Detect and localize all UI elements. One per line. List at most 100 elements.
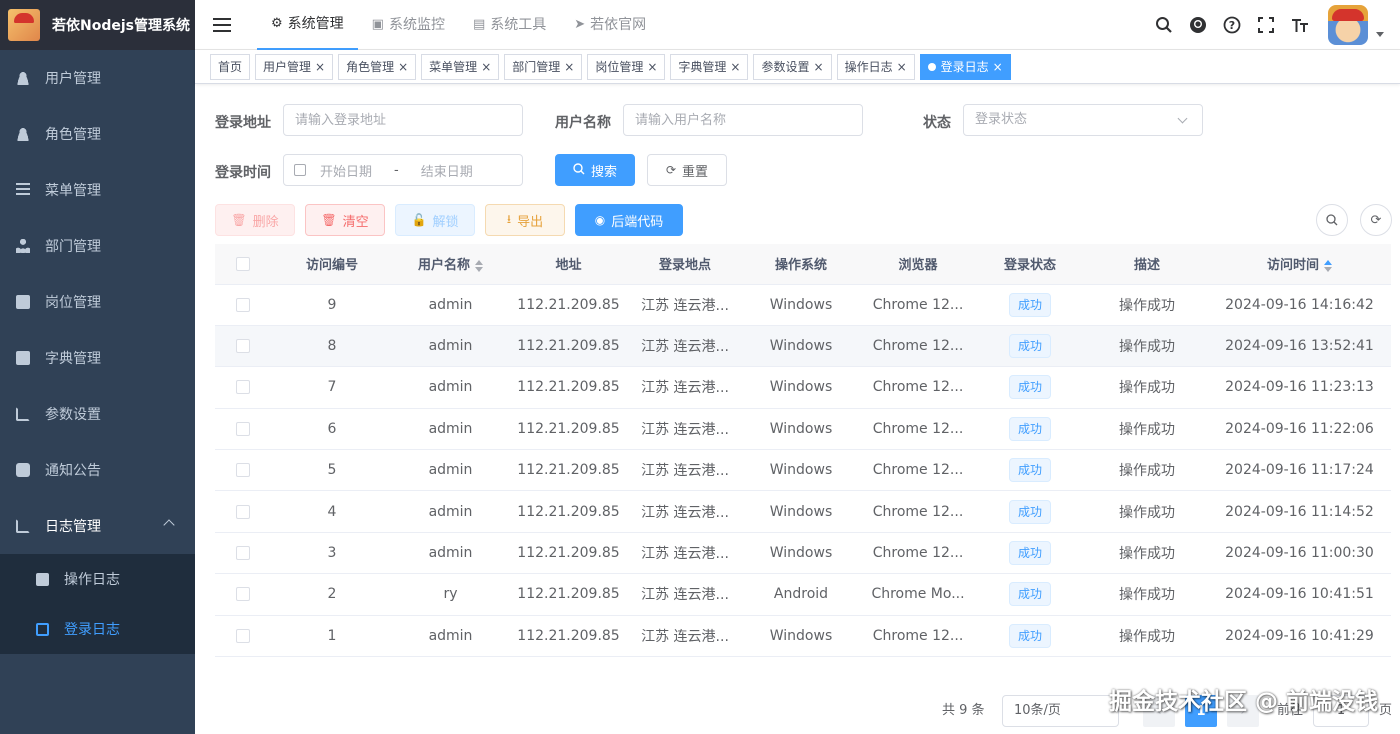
row-checkbox[interactable] [235, 297, 250, 312]
row-checkbox[interactable] [235, 628, 250, 643]
topnav-website[interactable]: ➤ 若依官网 [560, 0, 660, 50]
topnav-monitor[interactable]: ▣ 系统监控 [358, 0, 459, 50]
refresh-button[interactable]: ⟳ [1360, 204, 1392, 236]
date-range-picker[interactable]: 开始日期 - 结束日期 [283, 154, 523, 186]
close-icon[interactable]: × [398, 55, 408, 79]
tag-post[interactable]: 岗位管理 × [587, 53, 666, 80]
close-icon[interactable]: × [564, 55, 574, 79]
sidebar-item-config[interactable]: 参数设置 [0, 386, 195, 442]
sort-icon[interactable] [475, 259, 483, 272]
backend-code-button[interactable]: ◉ 后端代码 [575, 204, 683, 236]
cell-os: Windows [740, 490, 862, 533]
close-icon[interactable]: × [730, 55, 740, 79]
table-row[interactable]: 3 admin 112.21.209.85 江苏 连云港... Windows Chrom… [215, 532, 1391, 575]
col-header-username[interactable]: 用户名称 [394, 244, 507, 285]
row-select-cell [215, 532, 270, 575]
close-icon[interactable]: × [897, 55, 907, 79]
tag-label: 岗位管理 [595, 59, 644, 74]
clean-button[interactable]: 🗑 清空 [305, 204, 385, 236]
github-icon[interactable] [1188, 15, 1208, 35]
sort-icon[interactable] [1324, 259, 1332, 272]
close-icon[interactable]: × [647, 55, 657, 79]
col-header-time[interactable]: 访问时间 [1208, 244, 1391, 285]
select-all-checkbox[interactable] [235, 256, 250, 271]
logo[interactable]: 若依Nodejs管理系统 [0, 0, 195, 50]
row-checkbox[interactable] [235, 587, 250, 602]
status-select[interactable]: 登录状态 [963, 104, 1203, 136]
table-row[interactable]: 4 admin 112.21.209.85 江苏 连云港... Windows Chrom… [215, 490, 1391, 533]
topnav-tool[interactable]: ▤ 系统工具 [459, 0, 560, 50]
ip-input[interactable] [283, 104, 523, 136]
start-date-input[interactable]: 开始日期 [320, 161, 372, 180]
cell-ip: 112.21.209.85 [507, 532, 630, 575]
status-badge: 成功 [1008, 416, 1051, 441]
cell-time: 2024-09-16 11:00:30 [1208, 532, 1391, 575]
sidebar-item-operlog[interactable]: 操作日志 [0, 554, 195, 604]
table-row[interactable]: 1 admin 112.21.209.85 江苏 连云港... Windows Chrom… [215, 615, 1391, 658]
cell-browser: Chrome 12... [862, 366, 974, 409]
hamburger-icon[interactable] [213, 17, 231, 32]
tag-dict[interactable]: 字典管理 × [670, 53, 749, 80]
tag-role[interactable]: 角色管理 × [338, 53, 417, 80]
avatar[interactable] [1328, 5, 1368, 45]
username-input[interactable] [623, 104, 863, 136]
search-icon[interactable] [1154, 15, 1174, 35]
table-row[interactable]: 2 ry 112.21.209.85 江苏 连云港... Android Chrome M… [215, 573, 1391, 616]
search-button[interactable]: 搜索 [555, 154, 635, 186]
status-badge: 成功 [1008, 292, 1051, 317]
sidebar-item-logininfor[interactable]: 登录日志 [0, 604, 195, 654]
status-cell: 成功 [974, 284, 1086, 326]
tag-dept[interactable]: 部门管理 × [504, 53, 583, 80]
row-checkbox[interactable] [235, 463, 250, 478]
table-row[interactable]: 6 admin 112.21.209.85 江苏 连云港... Windows Chrom… [215, 408, 1391, 451]
font-size-icon[interactable] [1290, 15, 1310, 35]
tag-logininfor[interactable]: 登录日志 × [919, 53, 1011, 80]
tag-home[interactable]: 首页 [210, 53, 251, 80]
sidebar-item-menu[interactable]: 菜单管理 [0, 162, 195, 218]
sidebar-item-post[interactable]: 岗位管理 [0, 274, 195, 330]
export-button[interactable]: ⭳ 导出 [485, 204, 565, 236]
reset-button[interactable]: ⟳ 重置 [647, 154, 727, 186]
sidebar-item-notice[interactable]: 通知公告 [0, 442, 195, 498]
cell-time: 2024-09-16 10:41:51 [1208, 573, 1391, 616]
close-icon[interactable]: × [315, 55, 325, 79]
question-icon[interactable]: ? [1222, 15, 1242, 35]
tag-operlog[interactable]: 操作日志 × [836, 53, 915, 80]
tag-config[interactable]: 参数设置 × [753, 53, 832, 80]
trash-icon: 🗑 [231, 213, 247, 227]
tags-view: 首页 用户管理 × 角色管理 × 菜单管理 × 部门管理 × 岗位管理 × 字典管理 × 参… [195, 50, 1400, 84]
cell-ip: 112.21.209.85 [507, 366, 630, 409]
end-date-input[interactable]: 结束日期 [421, 161, 473, 180]
fullscreen-icon[interactable] [1256, 15, 1276, 35]
delete-button[interactable]: 🗑 删除 [215, 204, 295, 236]
table-row[interactable]: 9 admin 112.21.209.85 江苏 连云港... Windows Chrom… [215, 284, 1391, 326]
cell-ip: 112.21.209.85 [507, 490, 630, 533]
unlock-button[interactable]: 🔓 解锁 [395, 204, 475, 236]
sidebar-item-role[interactable]: 角色管理 [0, 106, 195, 162]
sidebar-item-label: 菜单管理 [45, 183, 101, 199]
row-checkbox[interactable] [235, 421, 250, 436]
tag-label: 首页 [218, 59, 243, 74]
cell-id: 1 [270, 615, 394, 658]
toggle-search-button[interactable] [1316, 204, 1348, 236]
table-row[interactable]: 7 admin 112.21.209.85 江苏 连云港... Windows Chrom… [215, 366, 1391, 409]
close-icon[interactable]: × [814, 55, 824, 79]
topnav-system[interactable]: ⚙ 系统管理 [257, 0, 358, 50]
row-checkbox[interactable] [235, 504, 250, 519]
close-icon[interactable]: × [481, 55, 491, 79]
caret-down-icon[interactable] [1376, 31, 1384, 37]
sidebar-item-dict[interactable]: 字典管理 [0, 330, 195, 386]
table-row[interactable]: 5 admin 112.21.209.85 江苏 连云港... Windows Chrom… [215, 449, 1391, 492]
sidebar-item-user[interactable]: 用户管理 [0, 50, 195, 106]
row-checkbox[interactable] [235, 380, 250, 395]
sidebar-item-log[interactable]: 日志管理 [0, 498, 195, 554]
row-checkbox[interactable] [235, 339, 250, 354]
tag-label: 登录日志 [940, 59, 989, 74]
row-checkbox[interactable] [235, 546, 250, 561]
close-icon[interactable]: × [993, 55, 1003, 79]
page-size-select[interactable]: 10条/页 [1002, 695, 1119, 727]
tag-menu[interactable]: 菜单管理 × [421, 53, 500, 80]
table-row[interactable]: 8 admin 112.21.209.85 江苏 连云港... Windows Chrom… [215, 325, 1391, 368]
tag-user[interactable]: 用户管理 × [255, 53, 334, 80]
sidebar-item-dept[interactable]: 部门管理 [0, 218, 195, 274]
